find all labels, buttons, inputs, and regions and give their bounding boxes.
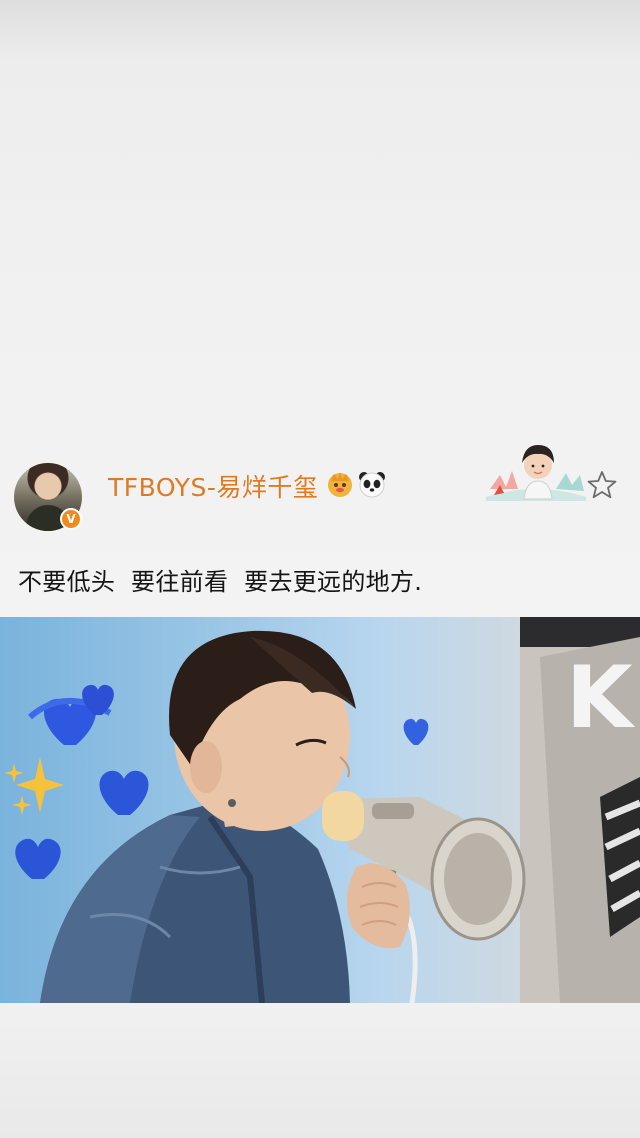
fan-card-decoration — [486, 445, 586, 501]
photo-illustration: K — [4, 617, 640, 1003]
crown-icon — [328, 472, 352, 497]
verified-badge-icon: V — [60, 508, 82, 530]
post-text: 不要低头 要往前看 要去更远的地方. — [18, 568, 423, 596]
blue-heart-icon — [403, 718, 429, 745]
boy-with-megaphone-photo[interactable]: K — [0, 617, 640, 1003]
sparkle-icon — [4, 757, 64, 815]
blue-heart-icon — [15, 838, 61, 879]
post-header: V TFBOYS-易烊千玺 — [0, 445, 640, 535]
background-letter: K — [566, 648, 636, 748]
blue-heart-icon — [99, 770, 149, 815]
username[interactable]: TFBOYS-易烊千玺 — [108, 468, 318, 504]
star-outline-icon[interactable] — [586, 469, 618, 501]
panda-icon — [359, 472, 385, 498]
